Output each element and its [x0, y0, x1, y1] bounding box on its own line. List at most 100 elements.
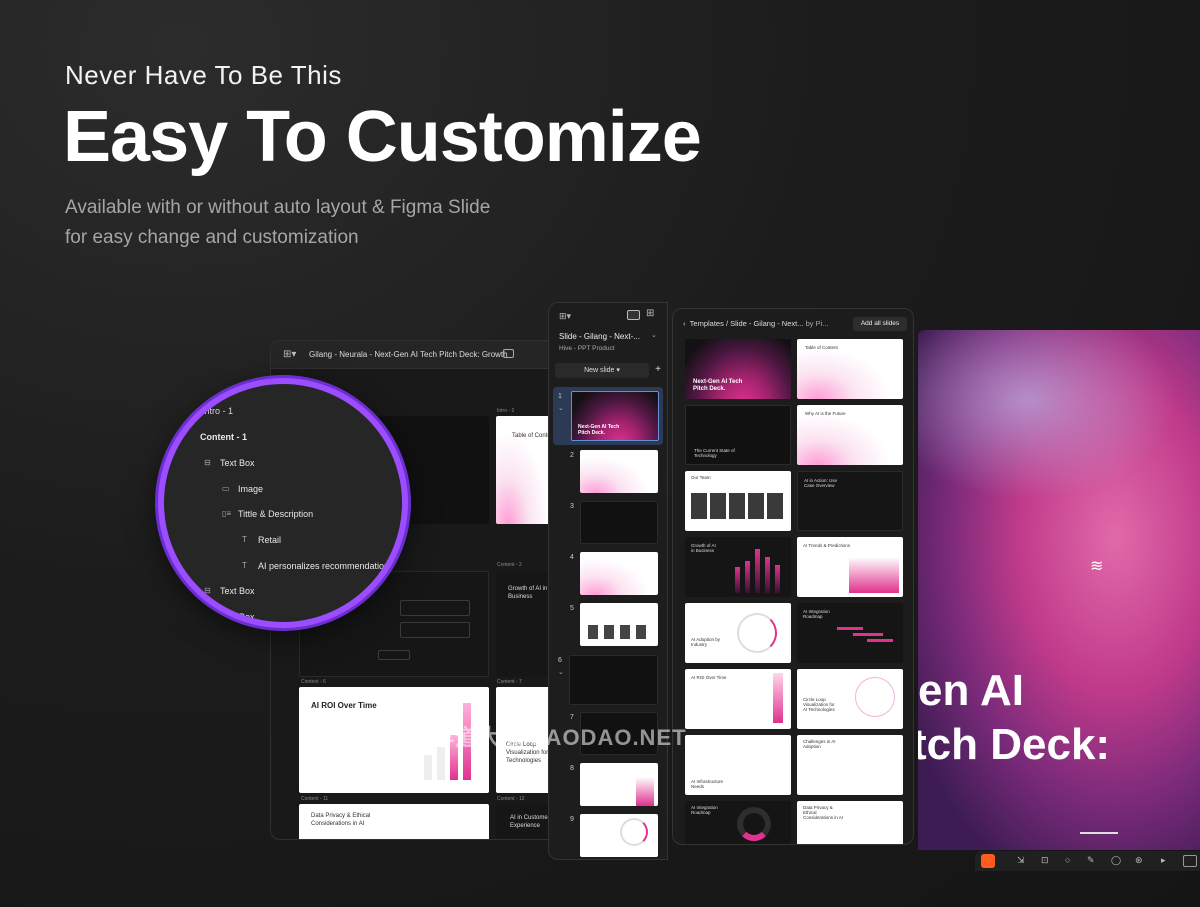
template-card[interactable]: AI Infrastructure Needs [685, 735, 791, 795]
template-card[interactable]: Challenges in AI Adoption [797, 735, 903, 795]
back-chevron-icon[interactable]: ‹ [683, 319, 690, 328]
circle-chart [620, 818, 648, 846]
comment-tool-icon[interactable]: ◯ [1111, 855, 1121, 866]
slide-number: 8 [570, 765, 574, 772]
layer-text-box[interactable]: Text Box [220, 458, 255, 468]
template-card-title: Growth of AI in Business [691, 543, 716, 553]
autolayout-icon: ▯≡ [222, 509, 232, 518]
slide-thumb-8[interactable] [580, 763, 658, 806]
template-card-title: Why AI is the Future [805, 411, 846, 416]
slide-number: 4 [570, 554, 574, 561]
label-intro-2: Intro - 2 [497, 408, 515, 414]
placeholder-box [400, 622, 470, 638]
chevron-down-icon[interactable]: ⌄ [558, 668, 564, 676]
figma-menu-icon[interactable]: ⊞▾ [283, 349, 296, 360]
slide-content-12-thumb[interactable]: AI in Customer Experience [496, 804, 556, 839]
deck-window-toolbar: ⊞▾ Gilang - Neurala - Next-Gen AI Tech P… [271, 341, 559, 369]
layer-text-box-3[interactable]: Text Box [220, 612, 255, 622]
slide-content-2-thumb[interactable]: Growth of AI in Business [496, 571, 556, 677]
slide-thumb-3[interactable] [580, 501, 658, 544]
template-card[interactable]: Growth of AI in Business [685, 537, 791, 597]
preview-title-line2: tch Deck: [918, 720, 1111, 769]
bar [636, 777, 654, 806]
layer-content-1[interactable]: Content - 1 [200, 432, 247, 442]
template-card[interactable]: AI Trends & Predictions [797, 537, 903, 597]
slide-content-2-title: Growth of AI in Business [508, 586, 548, 600]
layer-retail[interactable]: Retail [258, 535, 281, 545]
chevron-down-icon[interactable]: ⌄ [651, 331, 657, 339]
layer-ai-personalizes[interactable]: AI personalizes recommendations [258, 561, 394, 571]
add-slide-icon[interactable]: + [651, 363, 665, 378]
layout-toggle-icon[interactable] [503, 349, 514, 358]
add-all-slides-button[interactable]: Add all slides [853, 317, 907, 331]
bar [735, 567, 740, 593]
preview-glow [918, 330, 1178, 500]
slide-thumb-4[interactable] [580, 552, 658, 595]
slide-thumb-6[interactable] [569, 655, 658, 705]
slide-number: 3 [570, 503, 574, 510]
breadcrumb-text: Templates / Slide - Gilang - Next... [689, 319, 804, 328]
template-card-title: AI Trends & Predictions [803, 543, 851, 548]
placeholder-box [400, 600, 470, 616]
chevron-down-icon[interactable]: ⌄ [558, 404, 564, 412]
frame-tool-icon[interactable]: ⊡ [1041, 855, 1049, 866]
donut-chart [737, 807, 771, 841]
slide-thumb-9[interactable] [580, 814, 658, 857]
slide-file-title[interactable]: Slide - Gilang - Next-... [559, 332, 640, 341]
preview-divider [1080, 832, 1118, 834]
template-card[interactable]: Next-Gen AI Tech Pitch Deck. [685, 339, 791, 399]
template-card[interactable]: AI in Action: Use Case Overview [797, 471, 903, 531]
template-card[interactable]: Our Team [685, 471, 791, 531]
bar [765, 557, 770, 593]
template-card[interactable]: AI ROI Over Time [685, 669, 791, 729]
template-card[interactable]: AI Integration Roadmap [685, 801, 791, 844]
more-tool-icon[interactable]: ⊛ [1135, 855, 1143, 866]
template-card[interactable]: Table of Content [797, 339, 903, 399]
slide-thumb-1[interactable]: Next-Gen AI Tech Pitch Deck. [571, 391, 659, 441]
template-card[interactable]: AI Integration Roadmap [797, 603, 903, 663]
play-icon[interactable]: ▸ [1161, 855, 1166, 866]
template-card[interactable]: Data Privacy & Ethical Considerations in… [797, 801, 903, 844]
layer-image[interactable]: Image [238, 484, 263, 494]
slide-preview: ≋ en AI tch Deck: [918, 330, 1200, 850]
new-slide-button[interactable]: New slide ▾ [555, 363, 649, 378]
layer-intro-1[interactable]: Intro - 1 [202, 406, 233, 416]
slide-content-11-thumb[interactable]: Data Privacy & Ethical Considerations in… [299, 804, 489, 839]
template-card-title: Circle Loop Visualization for AI Technol… [803, 697, 835, 712]
layer-title-description[interactable]: Tittle & Description [238, 509, 313, 519]
single-view-icon[interactable] [627, 310, 640, 320]
shape-tool-icon[interactable]: ○ [1065, 855, 1070, 865]
bar [773, 673, 783, 723]
gantt-bar [867, 639, 893, 642]
template-card-title: Data Privacy & Ethical Considerations in… [803, 805, 844, 820]
layer-text-box-2[interactable]: Text Box [220, 586, 255, 596]
hero-description-line2: for easy change and customization [65, 227, 359, 248]
slide-file-subtitle: Hive - PPT Product [559, 345, 615, 352]
slides-app-icon[interactable] [981, 854, 995, 868]
bar [424, 755, 432, 780]
template-card-title: AI Integration Roadmap [803, 609, 830, 619]
circle-chart [855, 677, 895, 717]
template-card-title: Table of Content [805, 345, 838, 350]
template-card-title: AI Integration Roadmap [691, 805, 718, 815]
grid-view-icon[interactable]: ⊞ [646, 308, 654, 319]
slide-thumb-5[interactable] [580, 603, 658, 646]
hero-subtitle: Never Have To Be This [65, 60, 342, 90]
slide-intro-2-thumb[interactable]: Table of Conte [496, 416, 556, 524]
bar [755, 549, 760, 593]
templates-breadcrumb[interactable]: ‹ Templates / Slide - Gilang - Next... b… [683, 319, 851, 328]
template-card-title: AI in Action: Use Case Overview [804, 478, 838, 488]
dev-mode-toggle-icon[interactable] [1183, 855, 1197, 867]
template-card[interactable]: AI Adoption by Industry [685, 603, 791, 663]
slide-thumb-2[interactable] [580, 450, 658, 493]
move-tool-icon[interactable]: ⇲ [1017, 855, 1025, 866]
template-card[interactable]: Why AI is the Future [797, 405, 903, 465]
template-card[interactable]: Circle Loop Visualization for AI Technol… [797, 669, 903, 729]
slide-content-11-title: Data Privacy & Ethical Considerations in… [311, 813, 371, 827]
figma-menu-icon[interactable]: ⊞▾ [559, 311, 571, 322]
label-content-12: Content - 12 [497, 796, 525, 802]
pen-tool-icon[interactable]: ✎ [1087, 855, 1095, 866]
slide-number: 1 [558, 393, 562, 400]
template-card-title: Challenges in AI Adoption [803, 739, 836, 749]
template-card[interactable]: The Current State of Technology [685, 405, 791, 465]
